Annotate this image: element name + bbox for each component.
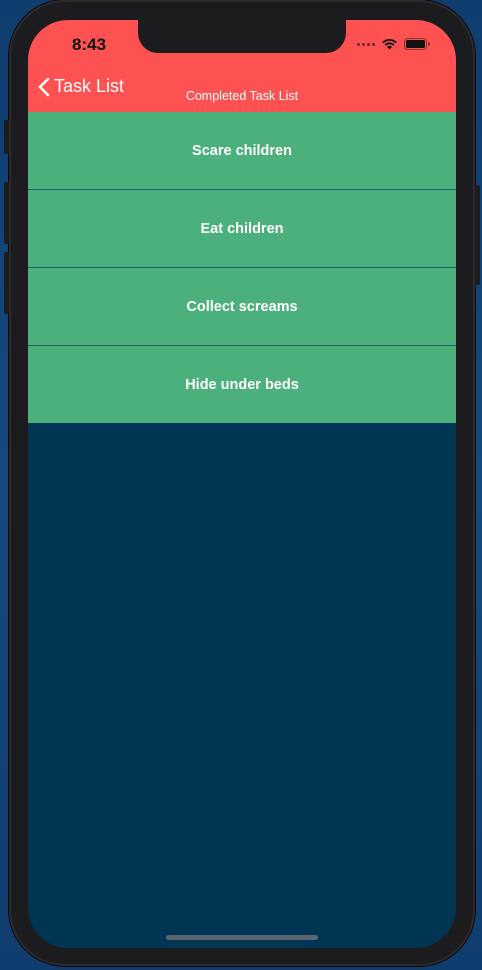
power-button [475,185,480,285]
task-label: Collect screams [186,298,298,315]
task-label: Scare children [192,142,292,159]
battery-icon [404,38,430,50]
task-label: Eat children [200,220,284,237]
mute-switch [4,120,9,154]
home-indicator[interactable] [166,935,318,940]
task-item[interactable]: Eat children [28,190,456,268]
task-item[interactable]: Scare children [28,112,456,190]
task-item[interactable]: Collect screams [28,268,456,346]
task-item[interactable]: Hide under beds [28,346,456,423]
task-label: Hide under beds [185,376,299,393]
screen: 8:43 Task List Completed Task List Scare… [28,20,456,948]
signal-icon [357,42,375,46]
wifi-icon [382,39,397,50]
page-title: Completed Task List [185,89,299,103]
status-icons [357,38,430,50]
volume-down-button [4,252,9,314]
notch [138,20,346,53]
volume-up-button [4,182,9,244]
task-list: Scare children Eat children Collect scre… [28,112,456,423]
status-time: 8:43 [72,35,107,54]
